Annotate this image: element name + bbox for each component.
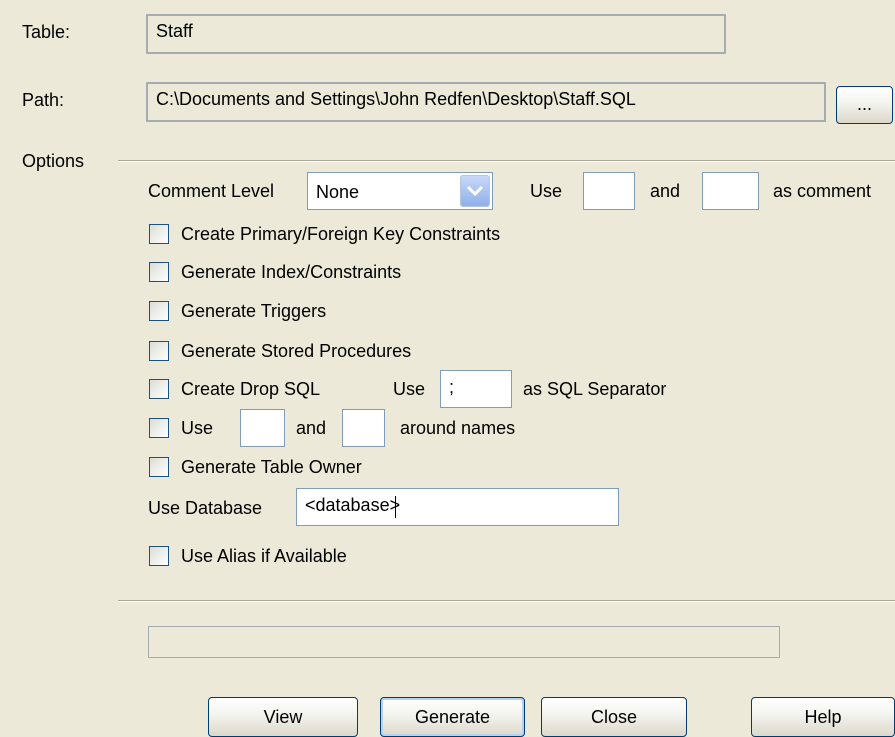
- options-label: Options: [22, 151, 85, 171]
- index-label: Generate Index/Constraints: [181, 262, 402, 282]
- stored-procs-checkbox[interactable]: [149, 341, 169, 361]
- text-caret: [395, 496, 396, 518]
- pk-fk-label: Create Primary/Foreign Key Constraints: [181, 224, 501, 244]
- names-end-input[interactable]: [342, 409, 385, 447]
- table-value: Staff: [156, 21, 193, 41]
- comment-use-label: Use: [530, 181, 563, 201]
- use-database-label: Use Database: [148, 498, 263, 518]
- drop-sql-use-label: Use: [393, 379, 426, 399]
- comment-end-input[interactable]: [702, 172, 759, 210]
- comment-and-label: and: [650, 181, 681, 201]
- path-label: Path:: [22, 90, 65, 110]
- comment-start-input[interactable]: [583, 172, 635, 210]
- chevron-down-icon: [466, 185, 484, 197]
- use-database-input[interactable]: <database>: [296, 488, 619, 526]
- pk-fk-checkbox[interactable]: [149, 224, 169, 244]
- table-owner-label: Generate Table Owner: [181, 457, 362, 477]
- generate-button[interactable]: Generate: [380, 697, 525, 737]
- use-names-label: Use: [181, 418, 214, 438]
- triggers-checkbox[interactable]: [149, 301, 169, 321]
- close-button[interactable]: Close: [541, 697, 687, 737]
- path-value: C:\Documents and Settings\John Redfen\De…: [156, 89, 636, 109]
- options-separator: [118, 160, 895, 162]
- dropdown-button[interactable]: [460, 175, 490, 207]
- alias-label: Use Alias if Available: [181, 546, 347, 566]
- drop-sql-label: Create Drop SQL: [181, 379, 321, 399]
- table-label: Table:: [22, 22, 71, 42]
- sql-separator-suffix-label: as SQL Separator: [523, 379, 667, 399]
- comment-level-value: None: [316, 182, 360, 202]
- browse-button[interactable]: ...: [836, 86, 893, 124]
- view-button[interactable]: View: [208, 697, 358, 737]
- use-database-value: <database>: [305, 495, 401, 515]
- triggers-label: Generate Triggers: [181, 301, 327, 321]
- table-owner-checkbox[interactable]: [149, 457, 169, 477]
- comment-suffix-label: as comment: [773, 181, 872, 201]
- generate-ddl-dialog: Table: Staff Path: C:\Documents and Sett…: [0, 0, 895, 737]
- index-checkbox[interactable]: [149, 262, 169, 282]
- drop-sql-checkbox[interactable]: [149, 379, 169, 399]
- sql-separator-input[interactable]: ;: [440, 370, 512, 408]
- comment-level-label: Comment Level: [148, 181, 275, 201]
- progress-bar: [148, 626, 780, 658]
- names-start-input[interactable]: [240, 409, 285, 447]
- bottom-separator: [118, 600, 895, 602]
- stored-procs-label: Generate Stored Procedures: [181, 341, 412, 361]
- alias-checkbox[interactable]: [149, 546, 169, 566]
- table-field: Staff: [146, 14, 726, 54]
- path-field[interactable]: C:\Documents and Settings\John Redfen\De…: [146, 82, 826, 122]
- use-names-checkbox[interactable]: [149, 418, 169, 438]
- names-and-label: and: [296, 418, 327, 438]
- names-suffix-label: around names: [400, 418, 516, 438]
- comment-level-select[interactable]: None: [307, 172, 493, 210]
- help-button[interactable]: Help: [751, 697, 895, 737]
